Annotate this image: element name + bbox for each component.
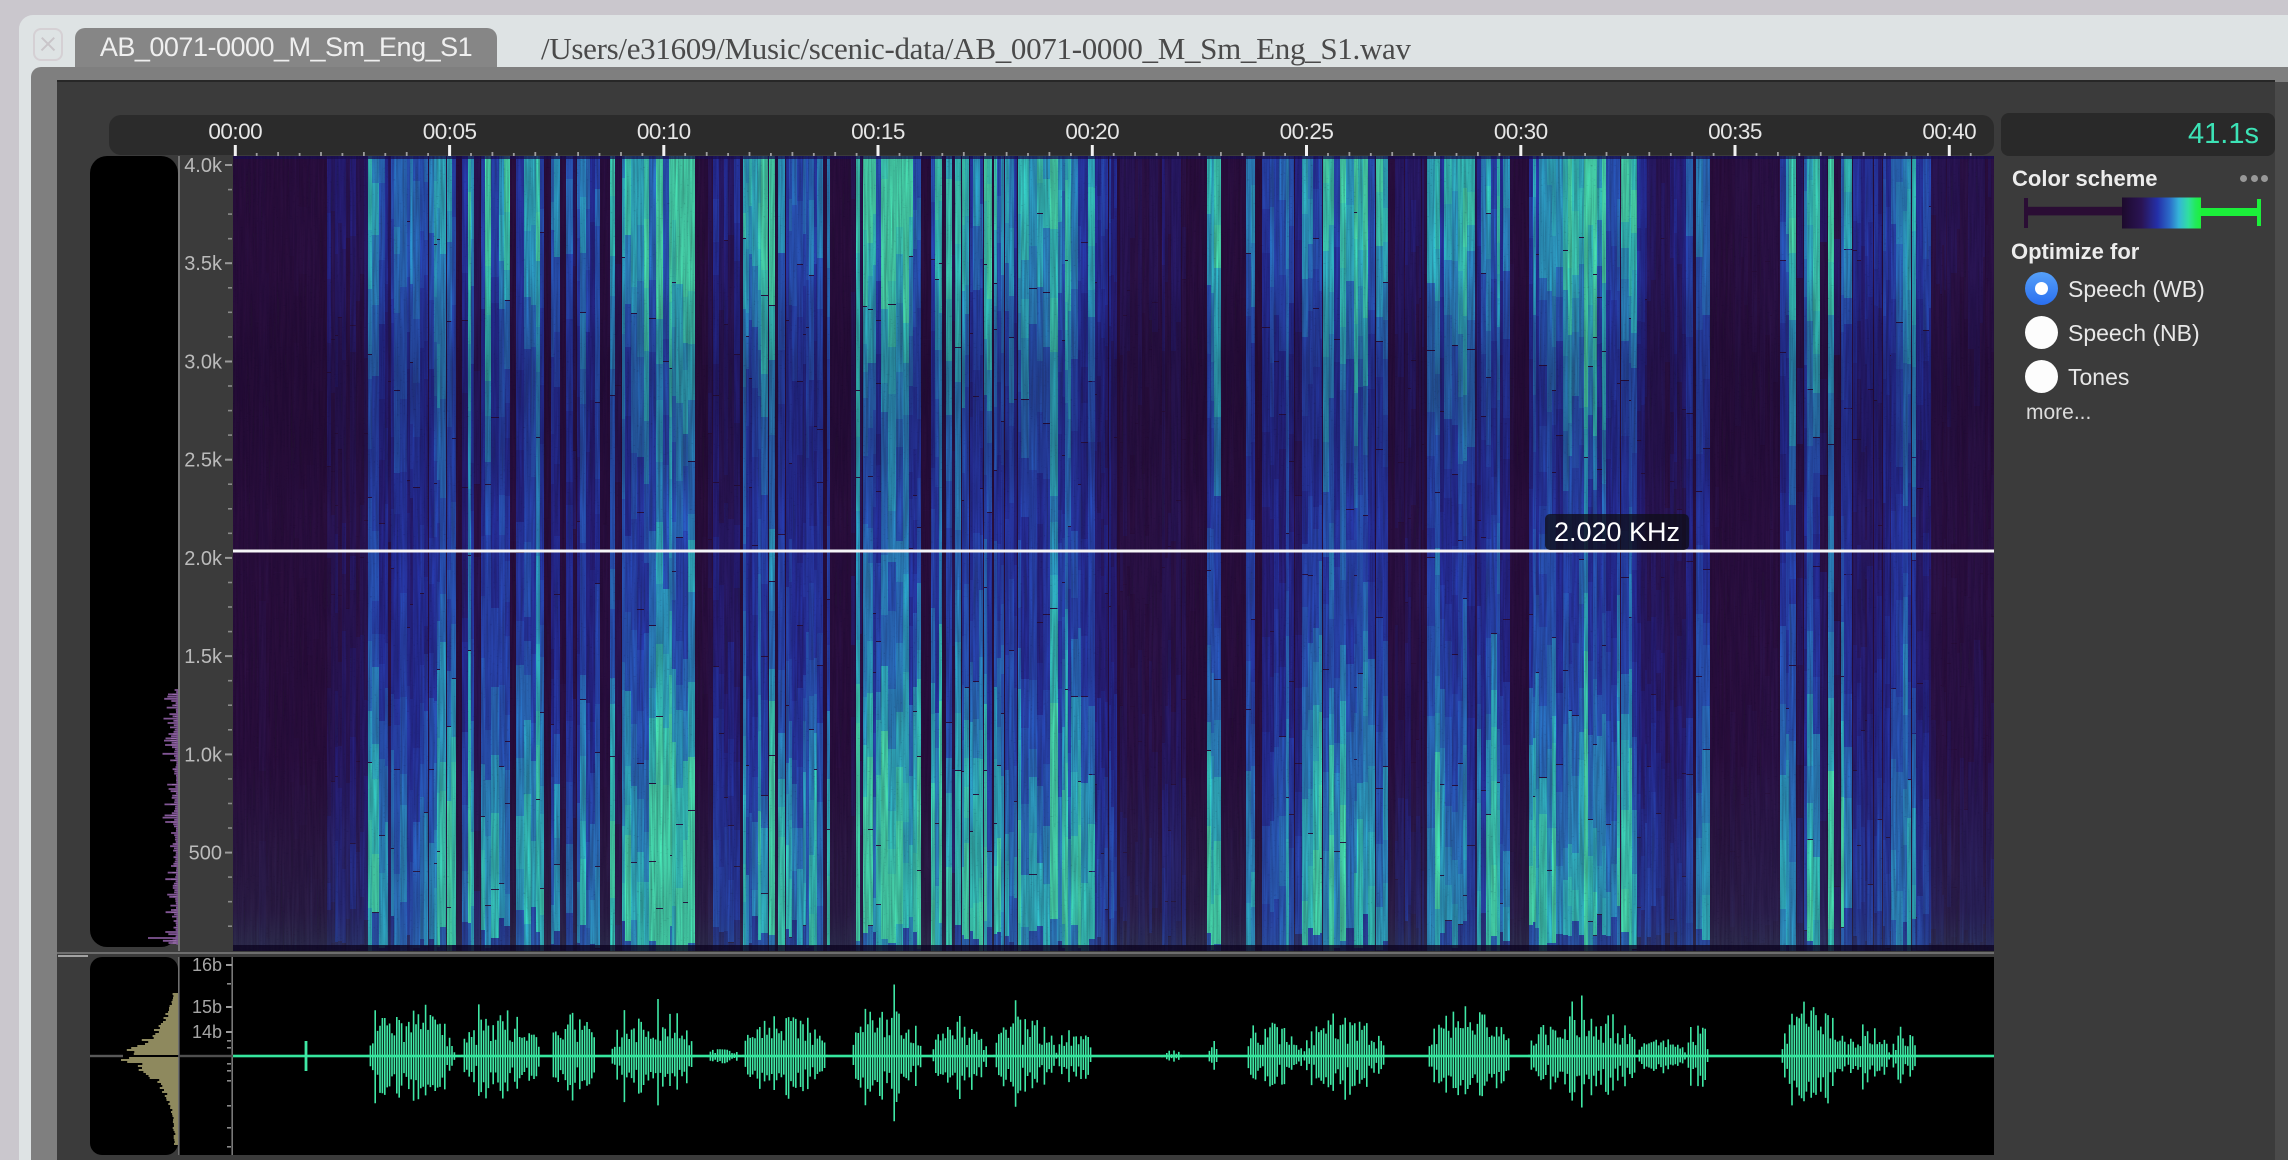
svg-text:00:05: 00:05 [423,119,477,144]
svg-text:500: 500 [189,843,222,865]
svg-text:3.5k: 3.5k [184,253,223,275]
svg-text:00:35: 00:35 [1708,119,1762,144]
svg-text:4.0k: 4.0k [184,156,223,177]
svg-text:14b: 14b [192,1022,222,1042]
svg-text:00:40: 00:40 [1922,119,1976,144]
svg-text:00:25: 00:25 [1280,119,1334,144]
svg-text:00:10: 00:10 [637,119,691,144]
svg-text:2.0k: 2.0k [184,548,223,570]
svg-text:3.0k: 3.0k [184,352,223,374]
svg-text:1.5k: 1.5k [184,646,223,668]
svg-text:00:20: 00:20 [1065,119,1119,144]
svg-text:00:00: 00:00 [208,119,262,144]
svg-text:15b: 15b [192,997,222,1017]
svg-text:00:15: 00:15 [851,119,905,144]
svg-text:1.0k: 1.0k [184,744,223,766]
svg-text:2.5k: 2.5k [184,450,223,472]
svg-text:16b: 16b [192,957,222,975]
svg-text:00:30: 00:30 [1494,119,1548,144]
svg-text:2.020 KHz: 2.020 KHz [1554,517,1680,547]
